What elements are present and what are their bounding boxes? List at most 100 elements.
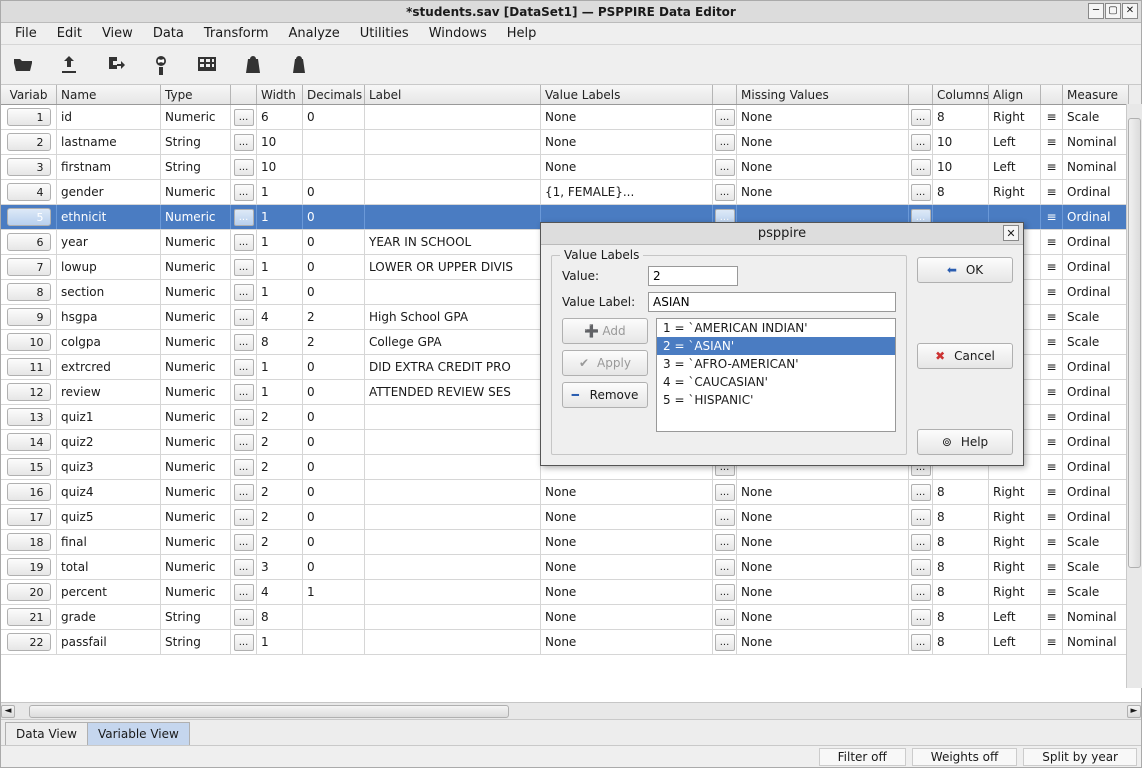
list-item[interactable]: 2 = `ASIAN'	[657, 337, 895, 355]
maximize-icon[interactable]: ▢	[1105, 3, 1121, 19]
grid-header: Variab Name Type Width Decimals Label Va…	[1, 85, 1141, 105]
list-item[interactable]: 3 = `AFRO-AMERICAN'	[657, 355, 895, 373]
table-row[interactable]: 2lastnameString...10None...None...10Left…	[1, 130, 1141, 155]
titlebar: *students.sav [DataSet1] — PSPPIRE Data …	[1, 1, 1141, 23]
table-row[interactable]: 16quiz4Numeric...20None...None...8Right≡…	[1, 480, 1141, 505]
menu-transform[interactable]: Transform	[196, 24, 277, 43]
col-decimals[interactable]: Decimals	[303, 85, 365, 104]
col-columns[interactable]: Columns	[933, 85, 989, 104]
dialog-close-icon[interactable]: ✕	[1003, 225, 1019, 241]
menu-help[interactable]: Help	[499, 24, 545, 43]
menu-data[interactable]: Data	[145, 24, 192, 43]
align-dropdown-icon[interactable]: ≡	[1041, 380, 1063, 404]
save-icon[interactable]	[55, 51, 83, 79]
table-row[interactable]: 17quiz5Numeric...20None...None...8Right≡…	[1, 505, 1141, 530]
list-item[interactable]: 4 = `CAUCASIAN'	[657, 373, 895, 391]
col-align[interactable]: Align	[989, 85, 1041, 104]
table-row[interactable]: 1idNumeric...60None...None...8Right≡Scal…	[1, 105, 1141, 130]
menu-utilities[interactable]: Utilities	[352, 24, 417, 43]
col-label[interactable]: Label	[365, 85, 541, 104]
list-item[interactable]: 1 = `AMERICAN INDIAN'	[657, 319, 895, 337]
lifebuoy-icon: ⊚	[942, 435, 956, 449]
table-row[interactable]: 3firstnamString...10None...None...10Left…	[1, 155, 1141, 180]
menu-view[interactable]: View	[94, 24, 141, 43]
table-row[interactable]: 4genderNumeric...10{1, FEMALE}......None…	[1, 180, 1141, 205]
close-icon[interactable]: ✕	[1122, 3, 1138, 19]
status-split: Split by year	[1023, 748, 1137, 766]
align-dropdown-icon[interactable]: ≡	[1041, 105, 1063, 129]
menu-windows[interactable]: Windows	[421, 24, 495, 43]
cancel-button[interactable]: ✖Cancel	[917, 343, 1013, 369]
align-dropdown-icon[interactable]: ≡	[1041, 405, 1063, 429]
table-row[interactable]: 20percentNumeric...41None...None...8Righ…	[1, 580, 1141, 605]
align-dropdown-icon[interactable]: ≡	[1041, 330, 1063, 354]
col-missing[interactable]: Missing Values	[737, 85, 909, 104]
align-dropdown-icon[interactable]: ≡	[1041, 230, 1063, 254]
col-measure[interactable]: Measure	[1063, 85, 1129, 104]
align-dropdown-icon[interactable]: ≡	[1041, 505, 1063, 529]
vertical-scrollbar[interactable]	[1126, 104, 1142, 688]
fieldset-legend: Value Labels	[560, 248, 643, 262]
clear-icon[interactable]	[147, 51, 175, 79]
menubar: FileEditViewDataTransformAnalyzeUtilitie…	[1, 23, 1141, 45]
menu-file[interactable]: File	[7, 24, 45, 43]
align-dropdown-icon[interactable]: ≡	[1041, 305, 1063, 329]
value-labels-list[interactable]: 1 = `AMERICAN INDIAN'2 = `ASIAN'3 = `AFR…	[656, 318, 896, 432]
open-icon[interactable]	[9, 51, 37, 79]
align-dropdown-icon[interactable]: ≡	[1041, 530, 1063, 554]
remove-button[interactable]: ━Remove	[562, 382, 648, 408]
value-label-input[interactable]	[648, 292, 896, 312]
align-dropdown-icon[interactable]: ≡	[1041, 355, 1063, 379]
plus-icon: ➕	[584, 324, 598, 338]
status-weights: Weights off	[912, 748, 1017, 766]
align-dropdown-icon[interactable]: ≡	[1041, 280, 1063, 304]
status-filter: Filter off	[819, 748, 906, 766]
col-type[interactable]: Type	[161, 85, 231, 104]
tab-variable-view[interactable]: Variable View	[87, 722, 190, 745]
align-dropdown-icon[interactable]: ≡	[1041, 605, 1063, 629]
value-labels-dialog: psppire ✕ Value Labels Value: Value Labe…	[540, 222, 1024, 466]
value-input[interactable]	[648, 266, 738, 286]
align-dropdown-icon[interactable]: ≡	[1041, 630, 1063, 654]
weight-icon[interactable]	[239, 51, 267, 79]
table-row[interactable]: 21gradeString...8None...None...8Left≡Nom…	[1, 605, 1141, 630]
table-row[interactable]: 22passfailString...1None...None...8Left≡…	[1, 630, 1141, 655]
align-dropdown-icon[interactable]: ≡	[1041, 155, 1063, 179]
table-row[interactable]: 18finalNumeric...20None...None...8Right≡…	[1, 530, 1141, 555]
col-variable[interactable]: Variab	[1, 85, 57, 104]
align-dropdown-icon[interactable]: ≡	[1041, 455, 1063, 479]
check-icon: ✔	[579, 356, 593, 370]
col-name[interactable]: Name	[57, 85, 161, 104]
menu-edit[interactable]: Edit	[49, 24, 90, 43]
help-button[interactable]: ⊚Help	[917, 429, 1013, 455]
align-dropdown-icon[interactable]: ≡	[1041, 255, 1063, 279]
goto-icon[interactable]	[101, 51, 129, 79]
minus-icon: ━	[572, 388, 586, 402]
align-dropdown-icon[interactable]: ≡	[1041, 480, 1063, 504]
value-field-label: Value:	[562, 269, 642, 283]
dialog-titlebar: psppire ✕	[541, 223, 1023, 245]
list-item[interactable]: 5 = `HISPANIC'	[657, 391, 895, 409]
align-dropdown-icon[interactable]: ≡	[1041, 580, 1063, 604]
align-dropdown-icon[interactable]: ≡	[1041, 180, 1063, 204]
split-icon[interactable]	[285, 51, 313, 79]
ok-button[interactable]: ⬅OK	[917, 257, 1013, 283]
window-title: *students.sav [DataSet1] — PSPPIRE Data …	[406, 5, 736, 19]
view-tabs: Data View Variable View	[1, 719, 1141, 745]
apply-button[interactable]: ✔Apply	[562, 350, 648, 376]
horizontal-scrollbar[interactable]: ◄ ►	[1, 702, 1141, 719]
col-value-labels[interactable]: Value Labels	[541, 85, 713, 104]
align-dropdown-icon[interactable]: ≡	[1041, 130, 1063, 154]
align-dropdown-icon[interactable]: ≡	[1041, 430, 1063, 454]
grid-icon[interactable]	[193, 51, 221, 79]
table-row[interactable]: 19totalNumeric...30None...None...8Right≡…	[1, 555, 1141, 580]
menu-analyze[interactable]: Analyze	[281, 24, 348, 43]
value-label-field-label: Value Label:	[562, 295, 642, 309]
col-width[interactable]: Width	[257, 85, 303, 104]
minimize-icon[interactable]: ─	[1088, 3, 1104, 19]
add-button[interactable]: ➕Add	[562, 318, 648, 344]
align-dropdown-icon[interactable]: ≡	[1041, 555, 1063, 579]
back-arrow-icon: ⬅	[947, 263, 961, 277]
tab-data-view[interactable]: Data View	[5, 722, 88, 745]
align-dropdown-icon[interactable]: ≡	[1041, 205, 1063, 229]
